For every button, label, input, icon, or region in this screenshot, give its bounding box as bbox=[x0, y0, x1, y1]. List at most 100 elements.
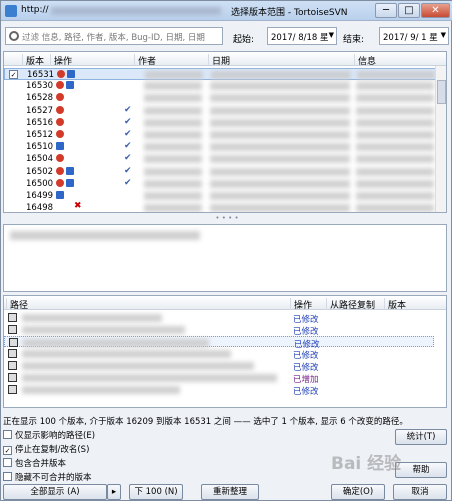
checkbox[interactable] bbox=[3, 430, 12, 439]
close-button[interactable]: ✕ bbox=[421, 3, 450, 18]
next-100-button[interactable]: 下 100 (N) bbox=[129, 484, 183, 500]
path-row[interactable]: 已增加 bbox=[4, 372, 434, 385]
added-icon bbox=[66, 81, 74, 90]
revision-row[interactable]: 16510 ✔ bbox=[4, 141, 436, 153]
splitter-handle[interactable]: • • • • bbox=[1, 214, 452, 222]
redacted-author bbox=[145, 71, 203, 79]
log-message-pane[interactable] bbox=[3, 224, 447, 292]
maximize-button[interactable]: □ bbox=[398, 3, 420, 18]
path-row[interactable]: 已修改 bbox=[4, 324, 434, 337]
statistics-button[interactable]: 统计(T) bbox=[395, 429, 447, 445]
modified-icon bbox=[56, 81, 64, 90]
redacted-message bbox=[356, 131, 434, 139]
revision-row[interactable]: 16516 ✔ bbox=[4, 117, 436, 129]
redacted-date bbox=[210, 192, 350, 200]
changed-paths-list[interactable]: 路径 操作 从路径复制 版本 已修改 已修改 已修改 已修改 已修改 已增加 已修改 bbox=[3, 295, 447, 408]
checkbox-checked[interactable]: ✓ bbox=[3, 446, 12, 455]
filter-placeholder: 过滤 信息, 路径, 作者, 版本, Bug-ID, 日期, 日期 bbox=[22, 33, 205, 43]
revision-list[interactable]: 版本 操作 作者 日期 信息 ✓ 16531 16530 16528 16527 ✔ 165… bbox=[3, 51, 447, 213]
revision-number: 16530 bbox=[26, 81, 54, 92]
path-row[interactable]: 已修改 bbox=[4, 336, 434, 350]
minimize-button[interactable]: ─ bbox=[375, 3, 397, 18]
col-copied-revision[interactable]: 版本 bbox=[384, 298, 406, 311]
scrollbar-thumb[interactable] bbox=[437, 80, 446, 104]
deleted-icon: ✖ bbox=[74, 201, 82, 212]
redacted-path bbox=[22, 362, 254, 370]
redacted-author bbox=[144, 155, 202, 164]
redacted-author bbox=[144, 82, 202, 91]
option-label: 停止在复制/改名(S) bbox=[15, 445, 90, 455]
to-date-picker[interactable]: 2017/ 9/ 1 星 ▼ bbox=[379, 27, 449, 45]
modified-icon bbox=[56, 178, 64, 187]
check-icon: ✔ bbox=[124, 116, 132, 127]
modified-icon bbox=[56, 117, 64, 126]
to-date-label: 结束: bbox=[343, 35, 365, 45]
checkbox[interactable] bbox=[3, 472, 12, 481]
path-row[interactable]: 已修改 bbox=[4, 348, 434, 361]
added-icon bbox=[66, 166, 74, 175]
stop-on-copy-option[interactable]: ✓ 停止在复制/改名(S) bbox=[3, 443, 89, 455]
path-row[interactable]: 已修改 bbox=[4, 312, 434, 325]
from-date-picker[interactable]: 2017/ 8/18 星 ▼ bbox=[267, 27, 337, 45]
revision-row[interactable]: 16530 bbox=[4, 80, 436, 92]
col-author[interactable]: 作者 bbox=[134, 54, 156, 67]
window-title-text: 选择版本范围 - TortoiseSVN bbox=[231, 8, 348, 18]
revision-number: 16502 bbox=[26, 166, 54, 177]
option-label: 包含合并版本 bbox=[15, 459, 67, 469]
revision-row[interactable]: 16500 ✔ bbox=[4, 178, 436, 190]
file-icon bbox=[8, 385, 17, 394]
revision-row[interactable]: 16499 bbox=[4, 190, 436, 202]
file-icon bbox=[8, 349, 17, 358]
filter-input[interactable]: 过滤 信息, 路径, 作者, 版本, Bug-ID, 日期, 日期 bbox=[5, 27, 223, 45]
checkbox[interactable] bbox=[3, 458, 12, 467]
redacted-date bbox=[210, 143, 350, 152]
revision-row[interactable]: 16527 ✔ bbox=[4, 105, 436, 117]
from-date-value: 2017/ 8/18 星 bbox=[271, 33, 329, 43]
revision-row[interactable]: 16502 ✔ bbox=[4, 166, 436, 178]
check-icon: ✔ bbox=[124, 141, 132, 152]
include-merged-option[interactable]: 包含合并版本 bbox=[3, 457, 66, 469]
checkbox-checked[interactable]: ✓ bbox=[9, 70, 18, 79]
status-text: 正在显示 100 个版本, 介于版本 16209 到版本 16531 之间 ——… bbox=[3, 417, 408, 427]
show-affected-paths-option[interactable]: 仅显示影响的路径(E) bbox=[3, 429, 95, 441]
revision-number: 16504 bbox=[26, 154, 54, 165]
revision-row[interactable]: 16528 bbox=[4, 92, 436, 104]
redacted-message bbox=[356, 143, 434, 152]
revision-row[interactable]: ✓ 16531 bbox=[4, 68, 436, 80]
revision-row[interactable]: 16512 ✔ bbox=[4, 129, 436, 141]
redacted-path bbox=[22, 386, 180, 394]
refresh-button[interactable]: 重新整理 bbox=[201, 484, 259, 500]
path-row[interactable]: 已修改 bbox=[4, 384, 434, 397]
revision-row[interactable]: 16504 ✔ bbox=[4, 153, 436, 165]
chevron-down-icon: ▼ bbox=[328, 31, 334, 39]
show-all-dropdown[interactable]: ▸ bbox=[107, 484, 121, 500]
added-icon bbox=[67, 70, 75, 78]
vertical-scrollbar[interactable] bbox=[435, 66, 446, 212]
option-label: 隐藏不可合并的版本 bbox=[15, 473, 92, 483]
redacted-author bbox=[144, 118, 202, 127]
col-actions[interactable]: 操作 bbox=[50, 54, 72, 67]
redacted-date bbox=[210, 179, 350, 188]
file-icon bbox=[8, 373, 17, 382]
col-path[interactable]: 路径 bbox=[6, 298, 28, 311]
redacted-path bbox=[22, 326, 185, 334]
show-all-button[interactable]: 全部显示 (A) bbox=[3, 484, 107, 500]
hide-unrelated-option[interactable]: 隐藏不可合并的版本 bbox=[3, 471, 92, 483]
ok-button[interactable]: 确定(O) bbox=[331, 484, 385, 500]
redacted-date bbox=[210, 131, 350, 139]
redacted-date bbox=[210, 155, 350, 164]
path-row[interactable]: 已修改 bbox=[4, 360, 434, 373]
col-revision[interactable]: 版本 bbox=[22, 54, 44, 67]
col-message[interactable]: 信息 bbox=[354, 54, 376, 67]
redacted-message bbox=[356, 94, 434, 103]
cancel-button[interactable]: 取消 bbox=[393, 484, 447, 500]
revision-row[interactable]: 16498 ✖ bbox=[4, 201, 436, 212]
log-dialog: http:// 选择版本范围 - TortoiseSVN ─ □ ✕ 过滤 信息… bbox=[0, 0, 452, 501]
redacted-message bbox=[356, 82, 434, 91]
revision-number: 16527 bbox=[26, 105, 54, 116]
col-date[interactable]: 日期 bbox=[208, 54, 230, 67]
col-action[interactable]: 操作 bbox=[290, 298, 312, 311]
col-copied-from[interactable]: 从路径复制 bbox=[326, 298, 375, 311]
redacted-date bbox=[210, 82, 350, 91]
redacted-path bbox=[22, 314, 162, 322]
